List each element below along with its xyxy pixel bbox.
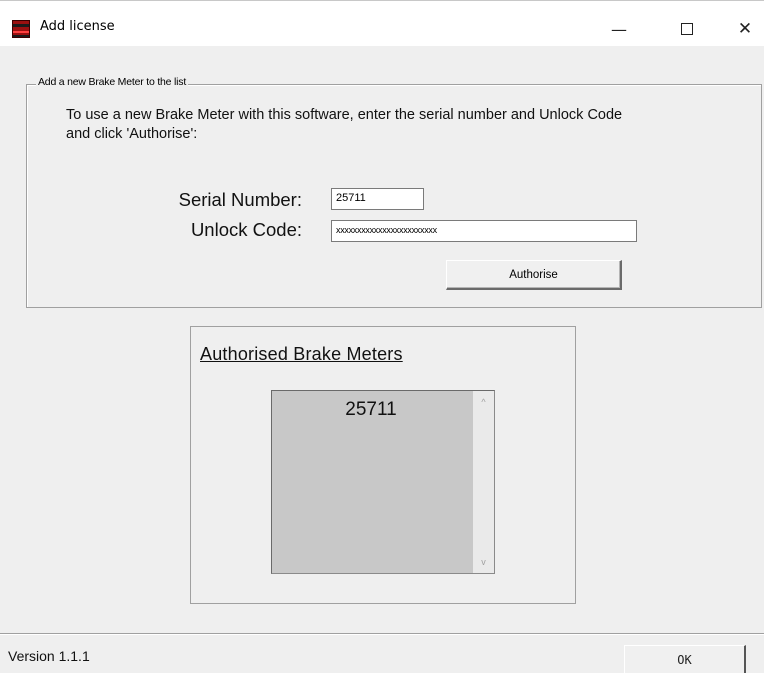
groupbox-legend: Add a new Brake Meter to the list (36, 76, 189, 88)
list-scrollbar[interactable]: ^ v (473, 391, 494, 573)
app-icon (12, 20, 30, 38)
scroll-up-icon[interactable]: ^ (473, 393, 494, 411)
serial-number-label: Serial Number: (178, 189, 302, 210)
unlock-code-input[interactable]: xxxxxxxxxxxxxxxxxxxxxxxx (331, 220, 637, 242)
window-title: Add license (40, 19, 115, 34)
instructions-text: To use a new Brake Meter with this softw… (66, 107, 623, 142)
scroll-down-icon[interactable]: v (473, 553, 494, 571)
unlock-code-label: Unlock Code: (190, 219, 302, 240)
minimize-button[interactable]: — (596, 14, 642, 44)
list-item[interactable]: 25711 (272, 399, 470, 421)
authorise-button[interactable]: Authorise (446, 260, 622, 290)
version-text: Version 1.1.1 (8, 648, 90, 664)
close-button[interactable]: ✕ (722, 14, 764, 44)
authorise-button-label: Authorise (509, 268, 558, 281)
maximize-icon (681, 23, 693, 35)
ok-button-label: OK (677, 652, 692, 667)
maximize-button[interactable] (664, 14, 710, 44)
ok-button[interactable]: OK (624, 645, 746, 673)
close-icon: ✕ (737, 19, 753, 39)
authorised-meters-heading: Authorised Brake Meters (200, 344, 403, 364)
minimize-icon: — (611, 19, 627, 39)
serial-number-input[interactable]: 25711 (331, 188, 424, 210)
